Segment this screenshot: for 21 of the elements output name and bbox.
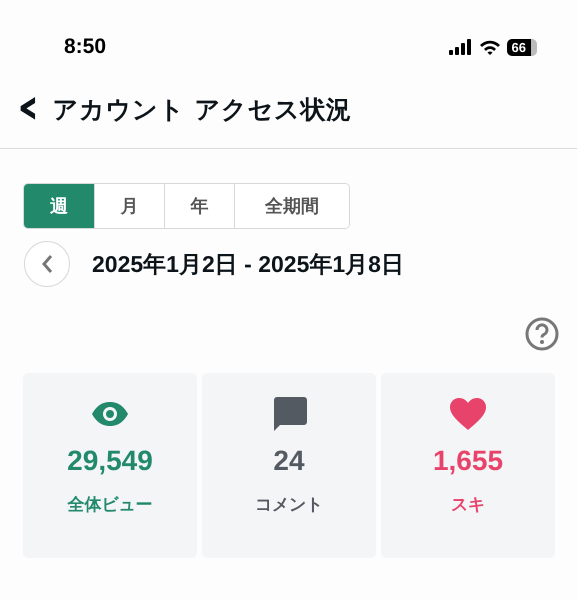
status-time: 8:50 [64, 35, 106, 59]
chevron-left-icon [41, 254, 53, 274]
speech-bubble-icon [271, 397, 307, 431]
eye-icon [91, 401, 129, 427]
back-button[interactable]: ‹ [11, 86, 46, 132]
heart-icon [450, 398, 486, 430]
battery-level: 66 [506, 38, 537, 56]
date-range: 2025年1月2日 - 2025年1月8日 [92, 250, 404, 278]
period-tab[interactable]: 全期間 [234, 184, 349, 228]
wifi-icon [478, 39, 501, 55]
stat-value: 29,549 [67, 445, 153, 477]
stat-label: スキ [451, 494, 485, 516]
signal-icon [448, 39, 473, 55]
stat-label: 全体ビュー [68, 494, 152, 516]
help-icon[interactable] [525, 317, 559, 351]
stat-label: コメント [255, 494, 323, 516]
page-title: アカウント アクセス状況 [52, 94, 352, 126]
previous-button[interactable] [24, 241, 70, 287]
period-tab[interactable]: 週 [24, 184, 94, 228]
stat-value: 24 [273, 445, 305, 477]
stat-value: 1,655 [432, 445, 504, 477]
